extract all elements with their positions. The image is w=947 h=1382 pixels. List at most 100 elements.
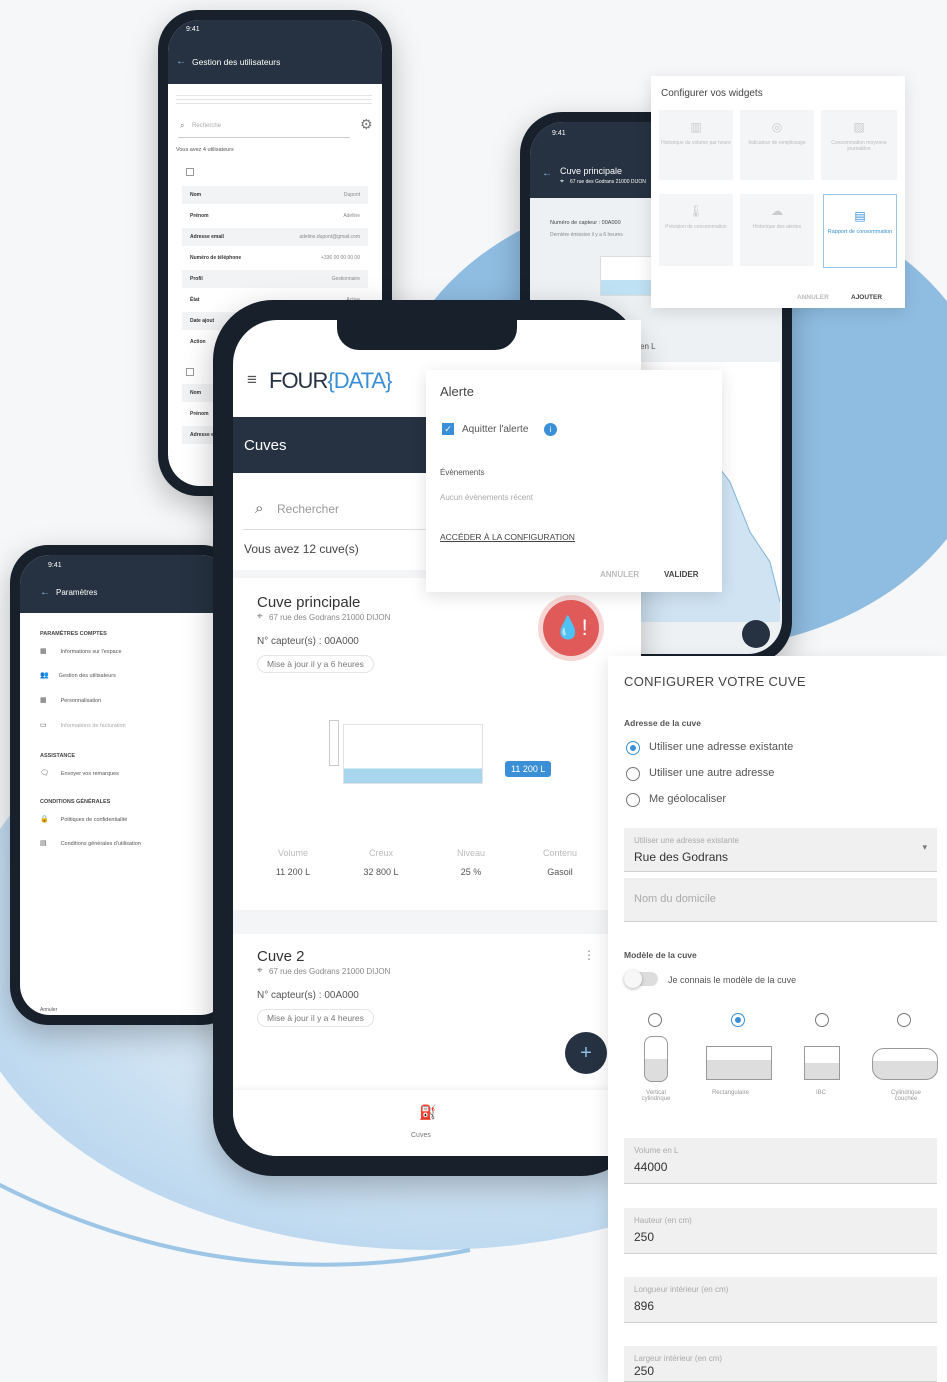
- brush-icon: ▦: [40, 697, 47, 704]
- radio-label: Me géolocaliser: [649, 793, 727, 805]
- alert-badge[interactable]: 💧!: [543, 600, 599, 656]
- widget-option-selected[interactable]: ▤ Rapport de consommation: [823, 194, 897, 268]
- length-input[interactable]: Longueur intérieur (en cm) 896: [624, 1277, 937, 1323]
- search-field[interactable]: ⌕ Rechercher: [243, 488, 426, 530]
- validate-button[interactable]: VALIDER: [664, 570, 699, 579]
- widget-option[interactable]: ◎ Indicateur de remplissage: [740, 110, 814, 180]
- rect-tank-icon: [706, 1046, 772, 1080]
- phone-notch: [337, 300, 517, 350]
- gauge-icon: ◎: [771, 120, 783, 134]
- widget-option[interactable]: ☁ Historique des alertes: [740, 194, 814, 266]
- radio-geolocate[interactable]: [626, 793, 640, 807]
- divider: [233, 910, 641, 934]
- last-emission: Dernière émission il y a 6 heures: [550, 232, 623, 238]
- configure-tank-panel: CONFIGURER VOTRE CUVE Adresse de la cuve…: [608, 656, 947, 1382]
- model-label: IBC: [816, 1090, 827, 1096]
- back-arrow-icon[interactable]: ←: [542, 168, 552, 179]
- update-badge: Mise à jour il y a 4 heures: [257, 1009, 374, 1027]
- model-label: Vertical cylindrique: [641, 1090, 671, 1102]
- brand-logo: FOUR{DATA}: [269, 368, 393, 393]
- update-badge: Mise à jour il y a 6 heures: [257, 655, 374, 673]
- search-icon: ⌕: [255, 500, 264, 517]
- tank-address: 67 rue des Godrans 21000 DIJON: [269, 613, 391, 622]
- settings-item-feedback[interactable]: 🗨 Envoyer vos remarques: [40, 769, 119, 777]
- settings-item-users[interactable]: 👥 Gestion des utilisateurs: [40, 671, 116, 679]
- stat-volume: Volume 11 200 L: [275, 848, 311, 877]
- nav-label[interactable]: Cuves: [411, 1132, 431, 1139]
- tank-count: Vous avez 12 cuve(s): [244, 542, 359, 556]
- radio-model-ibc[interactable]: [815, 1013, 829, 1027]
- settings-item-terms[interactable]: ▤ Conditions générales d'utilisation: [40, 839, 141, 847]
- more-options-icon[interactable]: ⋮: [583, 948, 595, 962]
- table-row: Profil Gestionnaire: [182, 270, 368, 288]
- section-title: CONDITIONS GÉNÉRALES: [40, 799, 111, 805]
- section-title: Adresse de la cuve: [624, 718, 702, 728]
- menu-icon[interactable]: ≡: [247, 370, 257, 390]
- page-title: Cuve principale: [560, 166, 623, 176]
- cancel-button[interactable]: ANNULER: [600, 570, 639, 579]
- toggle-label: Je connais le modèle de la cuve: [668, 975, 797, 985]
- search-input[interactable]: Rechercher: [277, 502, 339, 516]
- status-time: 9:41: [186, 26, 200, 33]
- volume-input[interactable]: Volume en L 44000: [624, 1138, 937, 1184]
- ack-checkbox[interactable]: ✓: [442, 423, 454, 435]
- model-toggle[interactable]: [624, 970, 658, 988]
- user-count: Vous avez 4 utilisateurs: [176, 147, 234, 153]
- add-tank-button[interactable]: +: [565, 1032, 607, 1074]
- tank-address: 67 rue des Godrans 21000 DIJON: [269, 967, 391, 976]
- search-icon: ⌕: [180, 121, 185, 130]
- add-button[interactable]: AJOUTER: [851, 294, 882, 301]
- info-icon[interactable]: i: [544, 423, 557, 436]
- tank-address: 67 rue des Godrans 21000 DIJON: [570, 179, 646, 185]
- tank-nav-icon[interactable]: ⛽: [419, 1104, 436, 1121]
- tank-outline: [329, 720, 339, 766]
- widget-option[interactable]: ▥ Historique du volume par heure: [659, 110, 733, 180]
- select-checkbox[interactable]: [186, 368, 194, 376]
- config-link[interactable]: ACCÉDER À LA CONFIGURATION: [440, 532, 575, 542]
- table-row: Nom Dupont: [182, 186, 368, 204]
- settings-screen: 9:41 ← Paramètres PARAMÈTRES COMPTES ▦ I…: [20, 555, 230, 1015]
- settings-item-space[interactable]: ▦ Informations sur l'espace: [40, 647, 122, 655]
- search-input[interactable]: Recherche: [192, 123, 221, 129]
- radio-model-rect[interactable]: [731, 1013, 745, 1027]
- height-input[interactable]: Hauteur (en cm) 250: [624, 1208, 937, 1254]
- settings-item-privacy[interactable]: 🔒 Politiques de confidentialité: [40, 815, 127, 823]
- address-select[interactable]: Utiliser une adresse existante Rue des G…: [624, 828, 937, 872]
- chart-icon: ▥: [690, 120, 702, 134]
- footer-link[interactable]: Annuler: [40, 1007, 57, 1013]
- tank-graphic: [343, 724, 483, 784]
- radio-other-address[interactable]: [626, 767, 640, 781]
- page-title: Cuves: [244, 437, 287, 454]
- table-row: Adresse email adeline.dupont@gmail.com: [182, 228, 368, 246]
- search-field[interactable]: ⌕ Recherche: [178, 116, 350, 138]
- thermometer-icon: 🌡: [688, 204, 704, 218]
- model-label: Cylindrique couchée: [890, 1090, 921, 1102]
- select-checkbox[interactable]: [186, 168, 194, 176]
- radio-model-cyl[interactable]: [897, 1013, 911, 1027]
- back-arrow-icon[interactable]: ←: [176, 56, 186, 67]
- widget-option[interactable]: ▨ Consommation moyenne journalière: [821, 110, 897, 180]
- settings-item-billing[interactable]: ▭ Informations de facturation: [40, 721, 126, 729]
- radio-model-vertical[interactable]: [648, 1013, 662, 1027]
- location-pin-icon: ⌖: [257, 965, 263, 976]
- users-icon: 👥: [40, 672, 49, 679]
- back-arrow-icon[interactable]: ←: [40, 587, 50, 598]
- settings-item-custom[interactable]: ▦ Personnalisation: [40, 696, 101, 704]
- sensor-number: N° capteur(s) : 00A000: [257, 990, 359, 1001]
- widget-option[interactable]: 🌡 Prévision de consommation: [659, 194, 733, 266]
- sensor-number: N° capteur(s) : 00A000: [257, 636, 359, 647]
- radio-label: Utiliser une autre adresse: [649, 767, 775, 779]
- radio-existing-address[interactable]: [626, 741, 640, 755]
- ibc-tank-icon: [804, 1046, 840, 1080]
- page-header: Cuves: [233, 417, 426, 473]
- stat-empty: Creux 32 800 L: [363, 848, 399, 877]
- level-badge: 11 200 L: [505, 761, 552, 777]
- settings-gear-icon[interactable]: ⚙: [360, 116, 373, 133]
- cancel-button[interactable]: ANNULER: [797, 294, 829, 301]
- section-title: ASSISTANCE: [40, 753, 76, 759]
- events-label: Évènements: [440, 468, 485, 477]
- events-empty: Aucun évènements récent: [440, 493, 533, 502]
- width-input[interactable]: Largeur intérieur (en cm) 250: [624, 1346, 937, 1382]
- home-name-input[interactable]: Nom du domicile: [624, 878, 937, 922]
- cyl-tank-icon: [872, 1048, 938, 1080]
